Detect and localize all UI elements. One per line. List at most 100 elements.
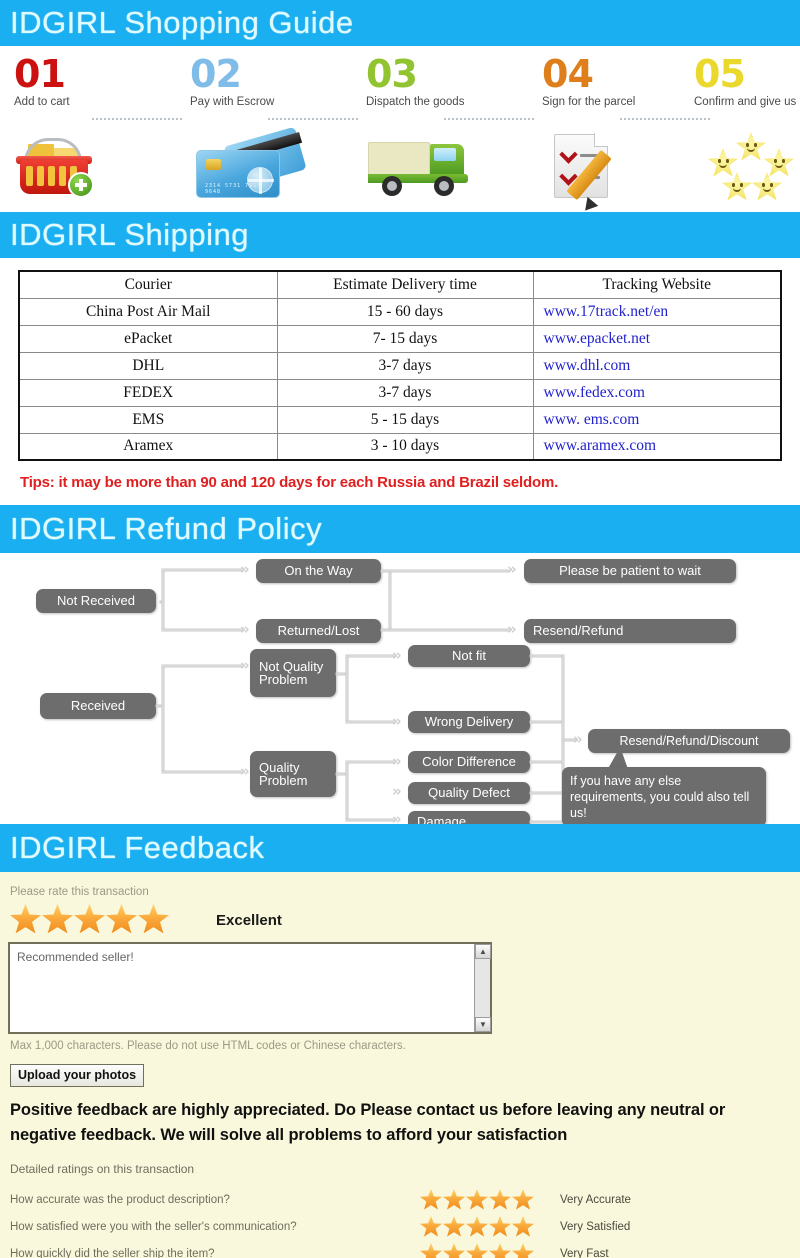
overall-rating-stars[interactable] xyxy=(10,904,169,934)
star-icon[interactable] xyxy=(420,1189,442,1210)
flow-line xyxy=(346,761,394,763)
star-icon[interactable] xyxy=(74,904,105,934)
table-row: EMS 5 - 15 days www. ems.com xyxy=(18,405,782,434)
table-row: China Post Air Mail 15 - 60 days www.17t… xyxy=(18,297,782,326)
star-icon[interactable] xyxy=(489,1216,511,1237)
step-05-art xyxy=(688,126,800,204)
refund-policy-section: IDGIRL Refund Policy Not Received » » On… xyxy=(0,505,800,833)
flow-arrow-icon: » xyxy=(392,752,402,770)
step-02-art: 2314 5731 7913 9648 xyxy=(184,126,360,204)
delivery-truck-icon xyxy=(368,140,486,196)
scroll-down-arrow-icon[interactable]: ▼ xyxy=(475,1017,491,1032)
flow-arrow-icon: » xyxy=(240,560,250,578)
shopping-guide-infographic: IDGIRL Shopping Guide 01 Add to cart 02 … xyxy=(0,0,800,1258)
flow-node-color-difference: Color Difference xyxy=(408,751,530,773)
flow-arrow-icon: » xyxy=(507,560,517,578)
star-icon[interactable] xyxy=(512,1243,534,1258)
cell-tracking-link[interactable]: www. ems.com xyxy=(532,405,782,434)
flow-node-received: Received xyxy=(40,693,156,719)
star-icon[interactable] xyxy=(466,1189,488,1210)
flow-node-on-the-way: On the Way xyxy=(256,559,381,583)
flow-line xyxy=(162,665,164,773)
five-stars-icon xyxy=(700,132,800,202)
star-icon[interactable] xyxy=(512,1216,534,1237)
step-03-art xyxy=(360,126,536,204)
flow-arrow-icon: » xyxy=(573,730,583,748)
textarea-scrollbar[interactable]: ▲ ▼ xyxy=(474,944,491,1032)
star-icon[interactable] xyxy=(512,1189,534,1210)
feedback-headline: Positive feedback are highly appreciated… xyxy=(10,1101,726,1144)
step-03: 03 Dispatch the goods xyxy=(360,46,536,212)
flow-line xyxy=(162,665,242,667)
rating-value: Very Satisfied xyxy=(560,1220,631,1233)
star-icon[interactable] xyxy=(420,1243,442,1258)
star-icon[interactable] xyxy=(489,1243,511,1258)
detailed-ratings-list: How accurate was the product description… xyxy=(0,1186,800,1258)
cell-courier: EMS xyxy=(18,405,278,434)
cell-delivery-time: 3 - 10 days xyxy=(276,432,534,461)
scroll-up-arrow-icon[interactable]: ▲ xyxy=(475,944,491,959)
feedback-title: IDGIRL Feedback xyxy=(10,830,265,865)
table-row: DHL 3-7 days www.dhl.com xyxy=(18,351,782,380)
flow-line xyxy=(530,792,564,794)
flow-arrow-icon: » xyxy=(392,712,402,730)
star-icon[interactable] xyxy=(466,1243,488,1258)
cell-tracking-link[interactable]: www.aramex.com xyxy=(532,432,782,461)
star-icon[interactable] xyxy=(466,1216,488,1237)
star-icon[interactable] xyxy=(443,1243,465,1258)
rating-value: Very Accurate xyxy=(560,1193,631,1206)
flow-line xyxy=(346,655,394,657)
flow-node-quality-problem: Quality Problem xyxy=(250,751,336,797)
step-04-label: Sign for the parcel xyxy=(542,96,636,108)
flow-arrow-icon: » xyxy=(392,782,402,800)
flow-arrow-icon: » xyxy=(240,762,250,780)
star-icon[interactable] xyxy=(106,904,137,934)
feedback-body: Please rate this transaction Excellent R… xyxy=(0,872,800,1258)
step-05-label: Confirm and give us 5 stars xyxy=(694,96,800,108)
flow-arrow-icon: » xyxy=(392,810,402,828)
shipping-section: IDGIRL Shipping Courier Estimate Deliver… xyxy=(0,212,800,505)
star-icon[interactable] xyxy=(443,1216,465,1237)
flow-line xyxy=(162,569,164,631)
shipping-title: IDGIRL Shipping xyxy=(10,217,249,252)
shopping-guide-banner: IDGIRL Shopping Guide xyxy=(0,0,800,46)
star-icon[interactable] xyxy=(42,904,73,934)
refund-policy-banner: IDGIRL Refund Policy xyxy=(0,505,800,553)
flow-line xyxy=(162,629,242,631)
star-icon[interactable] xyxy=(489,1189,511,1210)
step-02-number: 02 xyxy=(190,52,242,96)
shipping-banner: IDGIRL Shipping xyxy=(0,212,800,258)
refund-policy-title: IDGIRL Refund Policy xyxy=(10,511,323,546)
rating-stars[interactable] xyxy=(420,1216,560,1237)
cell-delivery-time: 3-7 days xyxy=(276,378,534,407)
flow-line xyxy=(389,570,391,630)
column-header-tracking-website: Tracking Website xyxy=(532,270,782,299)
cell-tracking-link[interactable]: www.dhl.com xyxy=(532,351,782,380)
shopping-basket-icon xyxy=(14,138,100,198)
star-icon[interactable] xyxy=(10,904,41,934)
rating-value: Very Fast xyxy=(560,1247,609,1258)
flow-arrow-icon: » xyxy=(240,620,250,638)
star-icon[interactable] xyxy=(138,904,169,934)
table-row: ePacket 7- 15 days www.epacket.net xyxy=(18,324,782,353)
rating-stars[interactable] xyxy=(420,1189,560,1210)
shopping-guide-title: IDGIRL Shopping Guide xyxy=(10,5,354,40)
rating-stars[interactable] xyxy=(420,1243,560,1258)
step-05: 05 Confirm and give us 5 stars xyxy=(688,46,800,212)
steps-row: 01 Add to cart 02 Pay with Escrow 2314 5… xyxy=(0,46,800,216)
flow-node-wrong-delivery: Wrong Delivery xyxy=(408,711,530,733)
flow-line xyxy=(346,819,394,821)
upload-photos-button[interactable]: Upload your photos xyxy=(10,1064,145,1087)
cell-tracking-link[interactable]: www.epacket.net xyxy=(532,324,782,353)
cell-tracking-link[interactable]: www.fedex.com xyxy=(532,378,782,407)
step-01-art xyxy=(8,126,184,204)
comment-textarea[interactable]: Recommended seller! ▲ ▼ xyxy=(8,942,492,1034)
callout-bubble: If you have any else requirements, you c… xyxy=(562,767,766,827)
cell-tracking-link[interactable]: www.17track.net/en xyxy=(532,297,782,326)
rating-question: How accurate was the product description… xyxy=(10,1193,230,1206)
star-icon[interactable] xyxy=(420,1216,442,1237)
star-icon[interactable] xyxy=(443,1189,465,1210)
rating-question: How quickly did the seller ship the item… xyxy=(10,1247,215,1258)
flow-line xyxy=(389,629,509,631)
feedback-banner: IDGIRL Feedback xyxy=(0,824,800,872)
